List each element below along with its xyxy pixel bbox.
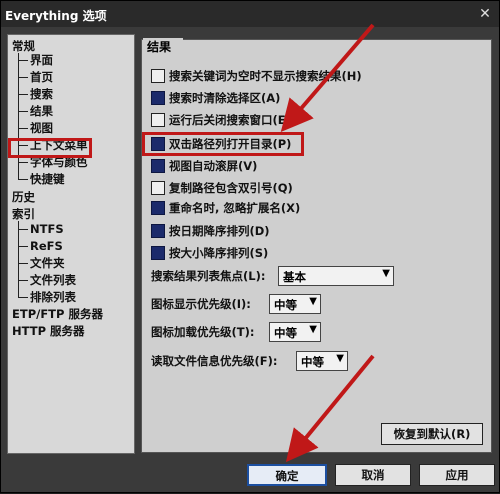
apply-button[interactable]: 应用 xyxy=(419,464,495,486)
option-label: 搜索时清除选择区(A) xyxy=(169,91,281,105)
results-focus-value: 基本 xyxy=(283,270,306,284)
option-label: 复制路径包含双引号(Q) xyxy=(169,181,293,195)
tree-item-index[interactable]: 索引 xyxy=(12,207,35,221)
tree-item-results[interactable]: 结果 xyxy=(30,104,53,118)
option-close-after-run[interactable]: 运行后关闭搜索窗口(E) xyxy=(151,112,291,128)
checkbox[interactable] xyxy=(151,181,165,195)
icon-load-priority-value: 中等 xyxy=(274,326,297,340)
checkbox[interactable] xyxy=(151,159,165,173)
window-title: Everything 选项 xyxy=(5,9,107,23)
option-copy-path-quotes[interactable]: 复制路径包含双引号(Q) xyxy=(151,180,293,196)
chevron-down-icon: ▼ xyxy=(309,324,317,335)
option-hide-empty-search[interactable]: 搜索关键词为空时不显示搜索结果(H) xyxy=(151,68,362,84)
checkbox[interactable] xyxy=(151,91,165,105)
option-auto-scroll-view[interactable]: 视图自动滚屏(V) xyxy=(151,158,257,174)
option-label: 视图自动滚屏(V) xyxy=(169,159,258,173)
option-sort-size-desc[interactable]: 按大小降序排列(S) xyxy=(151,245,268,261)
checkbox[interactable] xyxy=(151,201,165,215)
chevron-down-icon: ▼ xyxy=(382,268,390,279)
results-focus-select[interactable]: 基本 ▼ xyxy=(278,266,394,286)
checkbox[interactable] xyxy=(151,224,165,238)
tree-item-exclude[interactable]: 排除列表 xyxy=(30,290,76,304)
option-clear-selection-on-search[interactable]: 搜索时清除选择区(A) xyxy=(151,90,280,106)
option-sort-date-desc[interactable]: 按日期降序排列(D) xyxy=(151,223,270,239)
option-label: 运行后关闭搜索窗口(E) xyxy=(169,113,291,127)
restore-defaults-button[interactable]: 恢复到默认(R) xyxy=(381,423,483,445)
tree-item-search[interactable]: 搜索 xyxy=(30,87,53,101)
file-info-priority-label: 读取文件信息优先级(F): xyxy=(151,354,278,368)
title-bar: Everything 选项 ✕ xyxy=(1,1,499,27)
icon-display-priority-value: 中等 xyxy=(274,298,297,312)
icon-load-priority-label: 图标加载优先级(T): xyxy=(151,325,255,339)
option-rename-ignore-ext[interactable]: 重命名时, 忽略扩展名(X) xyxy=(151,200,300,216)
close-icon[interactable]: ✕ xyxy=(477,6,493,22)
tree-item-http-server[interactable]: HTTP 服务器 xyxy=(12,324,85,338)
tree-item-history[interactable]: 历史 xyxy=(12,190,35,204)
icon-display-priority-select[interactable]: 中等 ▼ xyxy=(269,294,321,314)
tree-item-general[interactable]: 常规 xyxy=(12,39,35,53)
tree-item-etp-ftp-server[interactable]: ETP/FTP 服务器 xyxy=(12,307,103,321)
options-window: Everything 选项 ✕ 常规 界面 首页 搜索 结果 视图 上下文菜单 … xyxy=(0,0,500,493)
tree-item-view[interactable]: 视图 xyxy=(30,121,53,135)
checkbox[interactable] xyxy=(151,113,165,127)
icon-display-priority-label: 图标显示优先级(I): xyxy=(151,297,251,311)
tree-item-shortcuts[interactable]: 快捷键 xyxy=(30,172,65,186)
group-title: 结果 xyxy=(143,38,183,54)
option-label: 搜索关键词为空时不显示搜索结果(H) xyxy=(169,69,362,83)
ok-button[interactable]: 确定 xyxy=(247,464,327,486)
tree-item-ntfs[interactable]: NTFS xyxy=(30,222,64,236)
option-label: 重命名时, 忽略扩展名(X) xyxy=(169,201,301,215)
tree-item-refs[interactable]: ReFS xyxy=(30,239,63,253)
tree-item-home[interactable]: 首页 xyxy=(30,70,53,84)
tree-item-ui[interactable]: 界面 xyxy=(30,53,53,67)
tree-item-file-lists[interactable]: 文件列表 xyxy=(30,273,76,287)
cancel-button[interactable]: 取消 xyxy=(335,464,411,486)
results-focus-label: 搜索结果列表焦点(L): xyxy=(151,269,266,283)
checkbox[interactable] xyxy=(151,246,165,260)
option-highlight xyxy=(142,132,304,156)
checkbox[interactable] xyxy=(151,69,165,83)
file-info-priority-value: 中等 xyxy=(301,355,324,369)
chevron-down-icon: ▼ xyxy=(309,296,317,307)
icon-load-priority-select[interactable]: 中等 ▼ xyxy=(269,322,321,342)
tree-item-folders[interactable]: 文件夹 xyxy=(30,256,65,270)
file-info-priority-select[interactable]: 中等 ▼ xyxy=(296,351,348,371)
option-label: 按日期降序排列(D) xyxy=(169,224,270,238)
settings-tree: 常规 界面 首页 搜索 结果 视图 上下文菜单 字体与颜色 快捷键 历史 索引 … xyxy=(7,34,135,454)
selected-highlight xyxy=(8,138,92,158)
option-label: 按大小降序排列(S) xyxy=(169,246,269,260)
chevron-down-icon: ▼ xyxy=(336,353,344,364)
